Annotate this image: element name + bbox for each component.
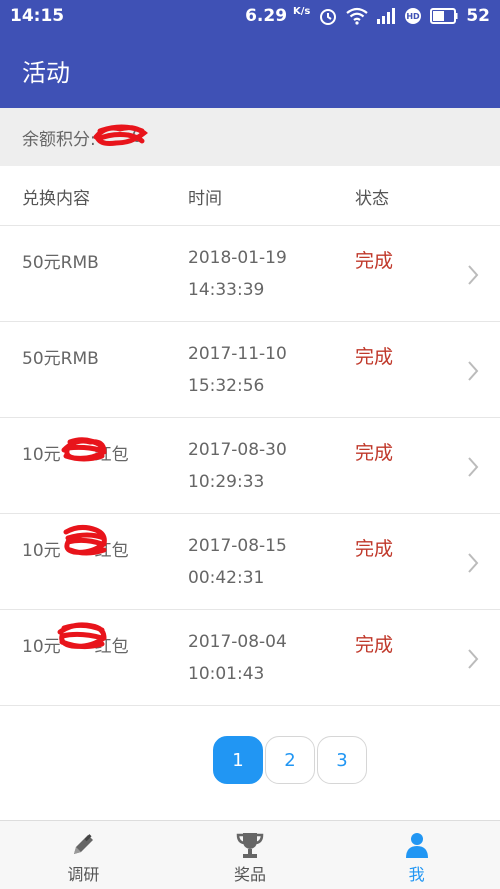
table-row[interactable]: 50元RMB 2018-01-19 14:33:39 完成: [0, 226, 500, 322]
row-content: 50元RMB: [22, 349, 99, 369]
pencil-icon: [68, 829, 98, 861]
person-icon: [402, 829, 432, 861]
battery-icon: [430, 8, 458, 24]
status-bar: 14:15 6.29 K/s HD 52: [0, 0, 500, 32]
row-status: 完成: [355, 538, 394, 560]
row-status: 完成: [355, 442, 394, 464]
page-button-2[interactable]: 2: [265, 736, 315, 784]
row-time: 2017-08-04 10:01:43: [188, 632, 287, 684]
balance-value: 0: [93, 124, 148, 147]
chevron-right-icon: [468, 553, 479, 573]
row-time: 2017-08-15 00:42:31: [188, 536, 287, 588]
header-content: 兑换内容: [22, 189, 90, 209]
tab-label-survey: 调研: [67, 865, 100, 884]
hd-voice-icon: HD: [404, 7, 422, 25]
pagination: 1 2 3: [0, 736, 500, 786]
wifi-icon: [346, 7, 369, 25]
table-row[interactable]: 10元 红包 2017-08-04 10:01:43 完成: [0, 610, 500, 706]
row-time: 2017-11-10 15:32:56: [188, 344, 287, 396]
row-status: 完成: [355, 346, 394, 368]
table-header: 兑换内容 时间 状态: [0, 166, 500, 226]
chevron-right-icon: [468, 457, 479, 477]
balance-bar: 余额积分: 0: [0, 108, 500, 166]
tab-label-me: 我: [408, 865, 425, 884]
row-status: 完成: [355, 634, 394, 656]
balance-label: 余额积分:: [22, 129, 96, 150]
row-content: 10元 红包: [22, 541, 129, 561]
alarm-icon: [318, 6, 338, 26]
row-status: 完成: [355, 250, 394, 272]
page-button-3[interactable]: 3: [317, 736, 367, 784]
page-button-1[interactable]: 1: [213, 736, 263, 784]
trophy-icon: [234, 829, 266, 861]
status-time: 14:15: [10, 6, 65, 26]
tab-survey[interactable]: 调研: [0, 821, 167, 889]
table-row[interactable]: 50元RMB 2017-11-10 15:32:56 完成: [0, 322, 500, 418]
svg-text:HD: HD: [407, 12, 421, 21]
header-status: 状态: [355, 189, 389, 209]
table-row[interactable]: 10元 红包 2017-08-30 10:29:33 完成: [0, 418, 500, 514]
bottom-tab-bar: 调研 奖品 我: [0, 820, 500, 889]
tab-label-prizes: 奖品: [234, 865, 267, 884]
exchange-list: 50元RMB 2018-01-19 14:33:39 完成 50元RMB 201…: [0, 226, 500, 706]
chevron-right-icon: [468, 265, 479, 285]
row-content: 10元 红包: [22, 637, 129, 657]
chevron-right-icon: [468, 649, 479, 669]
row-time: 2018-01-19 14:33:39: [188, 248, 287, 300]
app-bar: 活动: [0, 32, 500, 108]
chevron-right-icon: [468, 361, 479, 381]
row-content: 10元 红包: [22, 445, 129, 465]
page-title: 活动: [22, 58, 70, 87]
row-content: 50元RMB: [22, 253, 99, 273]
tab-prizes[interactable]: 奖品: [167, 821, 334, 889]
network-speed: 6.29 K/s: [245, 6, 311, 26]
row-time: 2017-08-30 10:29:33: [188, 440, 287, 492]
table-row[interactable]: 10元 红包 2017-08-15 00:42:31 完成: [0, 514, 500, 610]
battery-level: 52: [466, 6, 490, 26]
tab-me[interactable]: 我: [333, 821, 500, 889]
cellular-signal-icon: [376, 7, 396, 25]
header-time: 时间: [188, 189, 222, 209]
